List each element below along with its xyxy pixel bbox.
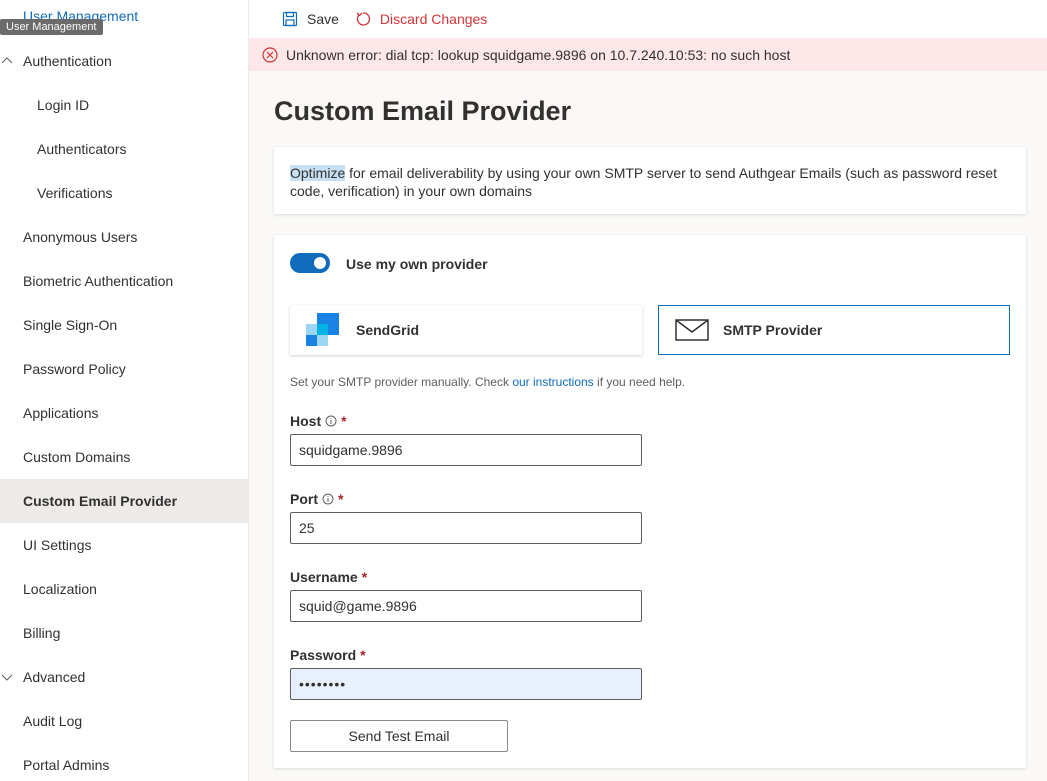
host-label: Host * [290, 413, 347, 429]
password-label: Password * [290, 647, 366, 663]
required-mark: * [338, 491, 344, 507]
sidebar-item-label: Anonymous Users [23, 229, 138, 245]
sidebar-item-single-sign-on[interactable]: Single Sign-On [0, 303, 248, 347]
command-bar: Save Discard Changes [249, 0, 1047, 38]
smtp-provider-option[interactable]: SMTP Provider [658, 305, 1010, 355]
sidebar-item-login-id[interactable]: Login ID [0, 83, 248, 127]
save-label: Save [307, 11, 339, 27]
sendgrid-logo-icon [306, 313, 339, 346]
sendgrid-label: SendGrid [356, 322, 420, 338]
provider-form-card: Use my own provider SendGrid SMTP Provid… [274, 235, 1026, 768]
sidebar-item-label: Custom Email Provider [23, 493, 178, 509]
description-text: for email deliverability by using your o… [290, 165, 998, 199]
sidebar-item-anonymous-users[interactable]: Anonymous Users [0, 215, 248, 259]
sidebar-item-label: Advanced [23, 669, 86, 685]
username-label-text: Username [290, 569, 358, 585]
sidebar-item-label: Audit Log [23, 713, 83, 729]
send-test-email-button[interactable]: Send Test Email [290, 720, 508, 752]
sidebar-item-label: Password Policy [23, 361, 126, 377]
chevron-up-icon [2, 57, 12, 64]
sidebar-item-verifications[interactable]: Verifications [0, 171, 248, 215]
sidebar-item-label: Authenticators [37, 141, 127, 157]
host-label-text: Host [290, 413, 322, 429]
main-content: Save Discard Changes Unknown error: dial… [249, 0, 1047, 781]
sidebar-item-billing[interactable]: Billing [0, 611, 248, 655]
sidebar: User Management User Management Authenti… [0, 0, 249, 781]
port-input[interactable] [290, 512, 642, 544]
tooltip: User Management [0, 19, 103, 35]
sidebar-item-authentication[interactable]: Authentication [0, 39, 248, 83]
sidebar-item-localization[interactable]: Localization [0, 567, 248, 611]
error-text: Unknown error: dial tcp: lookup squidgam… [286, 46, 791, 63]
description-card: Optimize for email deliverability by usi… [274, 147, 1026, 214]
info-icon[interactable] [322, 493, 334, 505]
port-label: Port * [290, 491, 343, 507]
username-input[interactable] [290, 590, 642, 622]
sendgrid-option[interactable]: SendGrid [290, 305, 642, 355]
sidebar-item-label: Localization [23, 581, 97, 597]
sidebar-item-label: Single Sign-On [23, 317, 118, 333]
sidebar-item-label: Authentication [23, 53, 112, 69]
sidebar-item-label: Billing [23, 625, 61, 641]
sidebar-item-biometric-authentication[interactable]: Biometric Authentication [0, 259, 248, 303]
instructions-link[interactable]: our instructions [512, 375, 593, 389]
sidebar-item-label: Applications [23, 405, 99, 421]
save-button[interactable]: Save [282, 11, 339, 27]
error-message-bar: Unknown error: dial tcp: lookup squidgam… [249, 38, 1047, 71]
password-label-text: Password [290, 647, 357, 663]
sidebar-item-label: Biometric Authentication [23, 273, 174, 289]
sidebar-item-password-policy[interactable]: Password Policy [0, 347, 248, 391]
envelope-icon [675, 319, 709, 341]
sidebar-item-label: Custom Domains [23, 449, 131, 465]
description-highlight: Optimize [290, 165, 346, 181]
sidebar-item-ui-settings[interactable]: UI Settings [0, 523, 248, 567]
sidebar-item-label: Login ID [37, 97, 90, 113]
smtp-provider-label: SMTP Provider [723, 322, 823, 338]
discard-label: Discard Changes [379, 11, 488, 27]
sidebar-item-custom-email-provider[interactable]: Custom Email Provider [0, 479, 248, 523]
error-icon [262, 46, 278, 63]
discard-changes-button[interactable]: Discard Changes [355, 11, 487, 27]
sidebar-item-applications[interactable]: Applications [0, 391, 248, 435]
required-mark: * [360, 647, 366, 663]
sidebar-item-authenticators[interactable]: Authenticators [0, 127, 248, 171]
port-label-text: Port [290, 491, 318, 507]
page-title: Custom Email Provider [274, 96, 572, 126]
chevron-down-icon [2, 674, 12, 681]
password-input[interactable] [290, 668, 642, 700]
sidebar-item-portal-admins[interactable]: Portal Admins [0, 743, 248, 781]
toggle-label: Use my own provider [346, 256, 488, 272]
sidebar-item-label: Verifications [37, 185, 113, 201]
save-icon [282, 11, 298, 27]
hint-text-after: if you need help. [593, 375, 686, 389]
required-mark: * [361, 569, 368, 585]
smtp-hint: Set your SMTP provider manually. Check o… [290, 375, 685, 389]
use-own-provider-toggle[interactable] [290, 253, 330, 273]
sidebar-item-custom-domains[interactable]: Custom Domains [0, 435, 248, 479]
host-input[interactable] [290, 434, 642, 466]
username-label: Username * [290, 569, 367, 585]
sidebar-item-audit-log[interactable]: Audit Log [0, 699, 248, 743]
info-icon[interactable] [325, 415, 337, 427]
sidebar-item-label: UI Settings [23, 537, 92, 553]
sidebar-item-label: Portal Admins [23, 757, 110, 773]
undo-icon [356, 12, 371, 26]
sidebar-item-advanced[interactable]: Advanced [0, 655, 248, 699]
required-mark: * [341, 413, 347, 429]
hint-text: Set your SMTP provider manually. Check [290, 375, 513, 389]
